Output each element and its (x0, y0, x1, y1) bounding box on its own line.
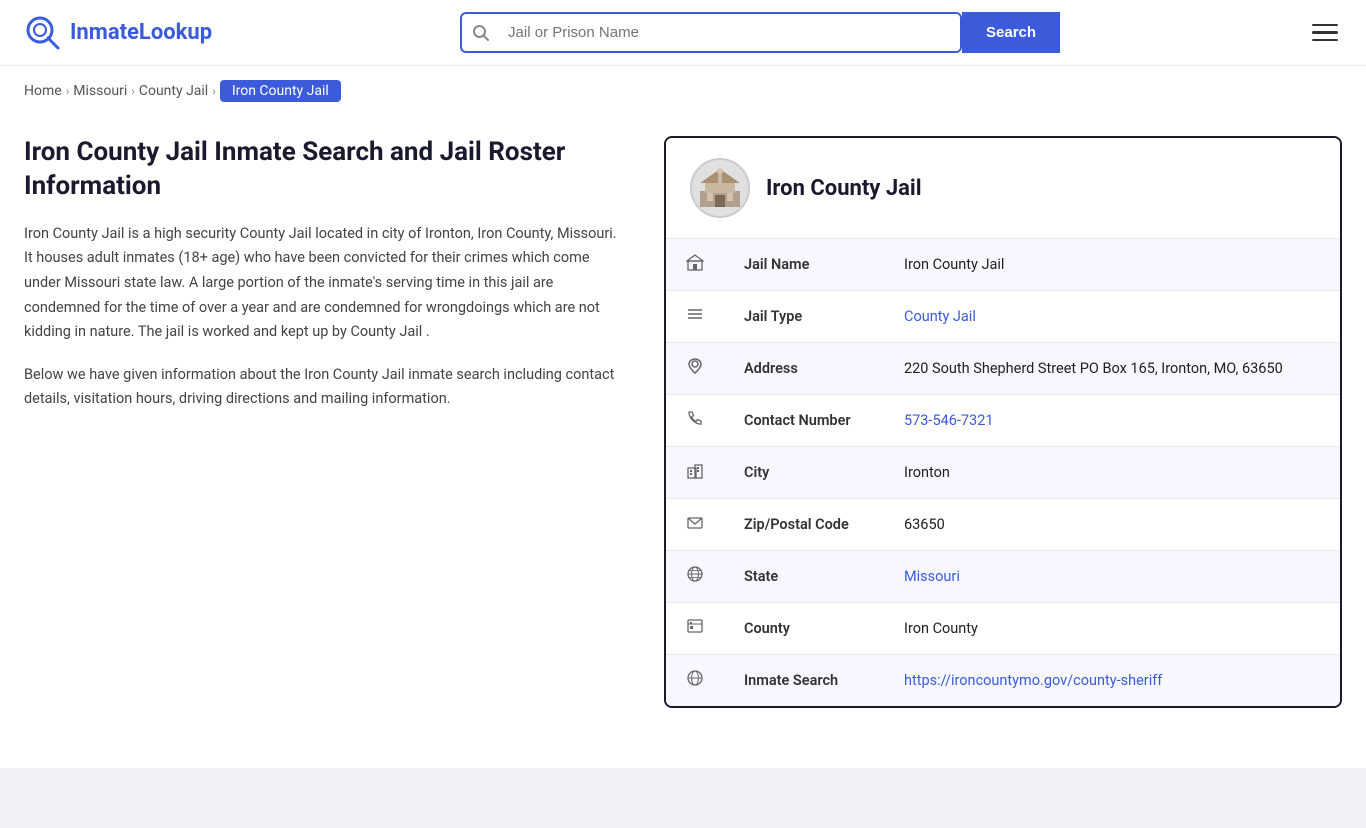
right-column: Iron County Jail Jail NameIron County Ja… (664, 136, 1342, 708)
field-value[interactable]: 573-546-7321 (884, 395, 1340, 447)
table-row: Jail NameIron County Jail (666, 239, 1340, 291)
field-value: 220 South Shepherd Street PO Box 165, Ir… (884, 343, 1340, 395)
field-value: Iron County Jail (884, 239, 1340, 291)
left-column: Iron County Jail Inmate Search and Jail … (24, 136, 664, 430)
site-header: InmateLookup Search (0, 0, 1366, 66)
table-row: Inmate Search https://ironcountymo.gov/co… (666, 655, 1340, 707)
jail-avatar (690, 158, 750, 218)
field-link[interactable]: https://ironcountymo.gov/county-sheriff (904, 672, 1162, 689)
field-value: 63650 (884, 499, 1340, 551)
breadcrumb-active: Iron County Jail (220, 80, 341, 102)
chevron-icon: › (66, 84, 70, 98)
mail-icon (666, 499, 724, 551)
field-label: Address (724, 343, 884, 395)
field-value[interactable]: County Jail (884, 291, 1340, 343)
web-icon (666, 655, 724, 707)
info-table: Jail NameIron County JailJail Type County… (666, 239, 1340, 706)
table-row: Zip/Postal Code63650 (666, 499, 1340, 551)
search-wrapper (460, 12, 962, 53)
field-label: Jail Name (724, 239, 884, 291)
table-row: Address220 South Shepherd Street PO Box … (666, 343, 1340, 395)
county-icon (666, 603, 724, 655)
page-title: Iron County Jail Inmate Search and Jail … (24, 136, 624, 204)
building-icon (666, 239, 724, 291)
field-label: State (724, 551, 884, 603)
search-area: Search (460, 12, 1060, 53)
field-link[interactable]: 573-546-7321 (904, 412, 994, 429)
card-title: Iron County Jail (766, 176, 922, 201)
field-label: Inmate Search (724, 655, 884, 707)
chevron-icon: › (131, 84, 135, 98)
city-icon (666, 447, 724, 499)
chevron-icon: › (212, 84, 216, 98)
card-header: Iron County Jail (666, 138, 1340, 239)
logo-icon (24, 14, 62, 52)
field-label: Jail Type (724, 291, 884, 343)
table-row: State Missouri (666, 551, 1340, 603)
field-label: County (724, 603, 884, 655)
footer (0, 768, 1366, 828)
search-icon (462, 24, 500, 42)
breadcrumb-missouri[interactable]: Missouri (73, 83, 127, 99)
field-label: Contact Number (724, 395, 884, 447)
breadcrumb-home[interactable]: Home (24, 83, 62, 99)
list-icon (666, 291, 724, 343)
field-value[interactable]: Missouri (884, 551, 1340, 603)
field-value[interactable]: https://ironcountymo.gov/county-sheriff (884, 655, 1340, 707)
breadcrumb: Home › Missouri › County Jail › Iron Cou… (0, 66, 1366, 116)
table-row: Contact Number 573-546-7321 (666, 395, 1340, 447)
location-icon (666, 343, 724, 395)
globe-icon (666, 551, 724, 603)
table-row: CountyIron County (666, 603, 1340, 655)
description-paragraph-2: Below we have given information about th… (24, 363, 624, 412)
field-link[interactable]: Missouri (904, 568, 960, 585)
table-row: Jail Type County Jail (666, 291, 1340, 343)
description-paragraph-1: Iron County Jail is a high security Coun… (24, 222, 624, 345)
field-value: Iron County (884, 603, 1340, 655)
field-label: Zip/Postal Code (724, 499, 884, 551)
breadcrumb-county-jail[interactable]: County Jail (139, 83, 208, 99)
field-label: City (724, 447, 884, 499)
main-content: Iron County Jail Inmate Search and Jail … (0, 116, 1366, 748)
field-link[interactable]: County Jail (904, 308, 976, 325)
field-value: Ironton (884, 447, 1340, 499)
phone-icon (666, 395, 724, 447)
info-card: Iron County Jail Jail NameIron County Ja… (664, 136, 1342, 708)
table-row: CityIronton (666, 447, 1340, 499)
hamburger-menu[interactable] (1308, 20, 1342, 46)
logo-text: InmateLookup (70, 20, 212, 45)
search-input[interactable] (500, 14, 960, 51)
search-button[interactable]: Search (962, 12, 1060, 53)
logo-link[interactable]: InmateLookup (24, 14, 212, 52)
